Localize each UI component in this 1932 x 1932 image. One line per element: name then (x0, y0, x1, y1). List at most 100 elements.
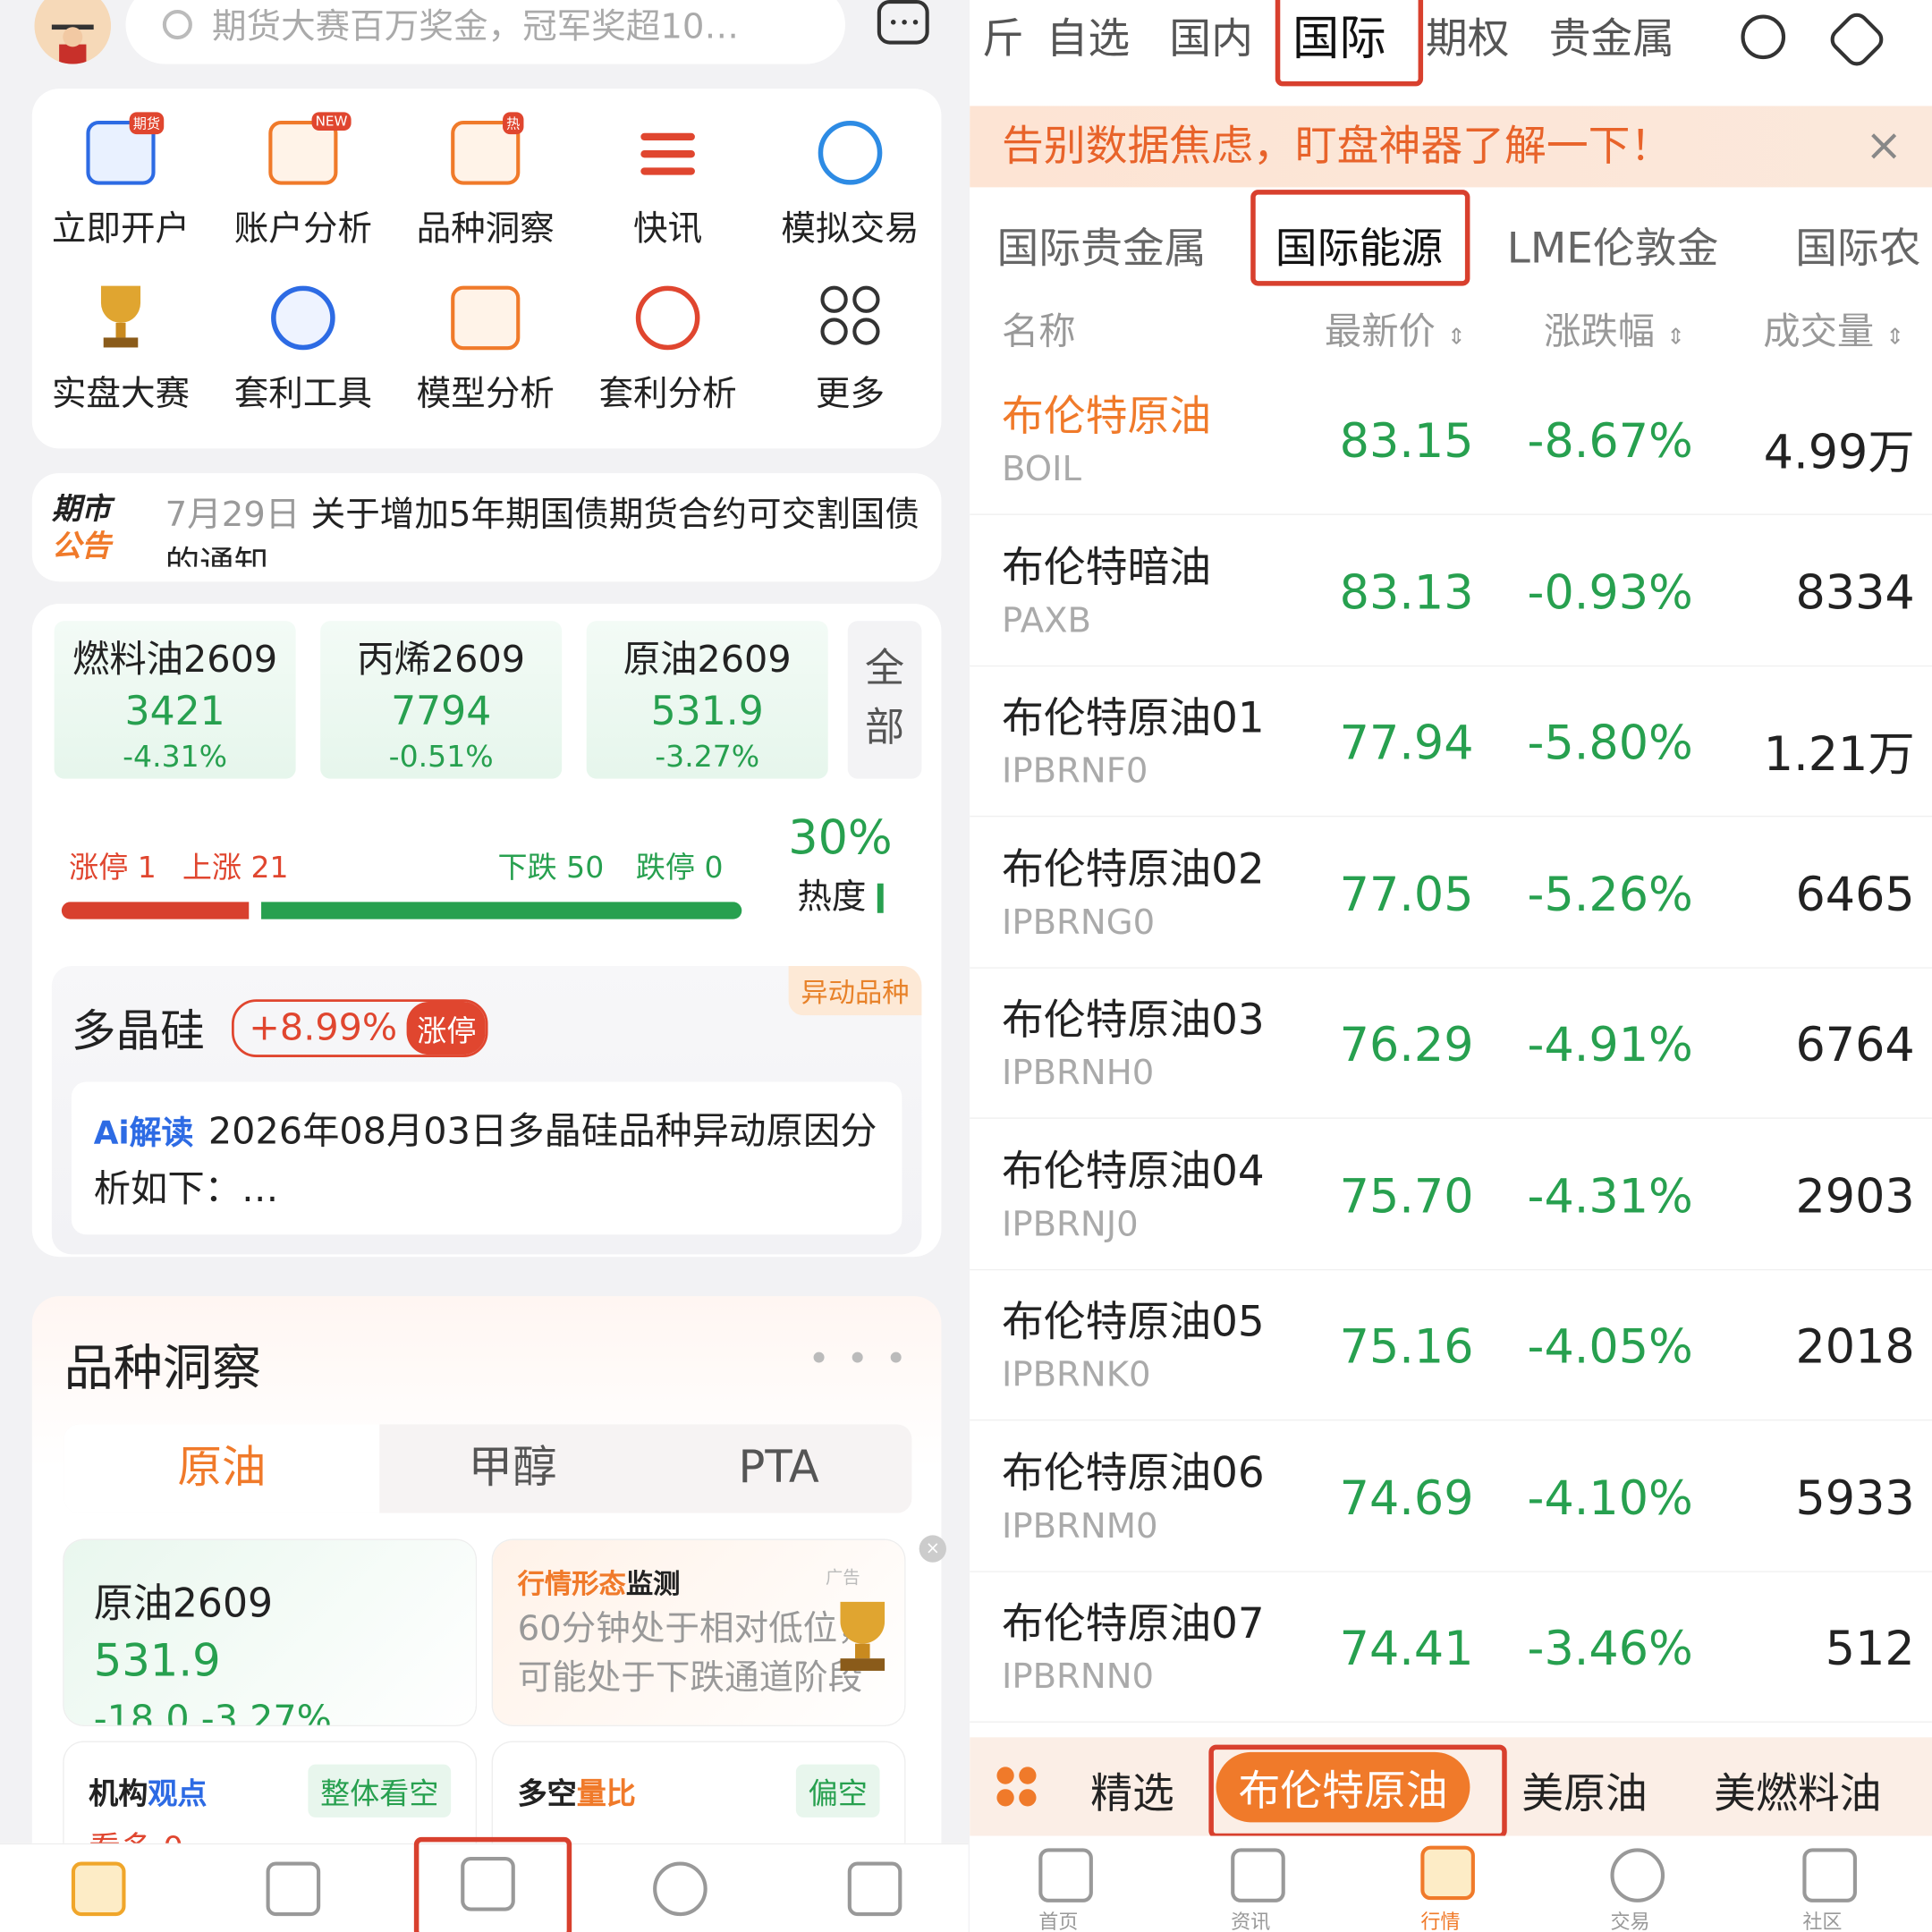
ticker-name: 原油2609 (623, 638, 792, 682)
quote-row[interactable]: 布伦特原油 BOIL 83.15 -8.67% 4.99万 (970, 365, 1932, 515)
grid-item-open-account[interactable]: 期货 立即开户 (35, 112, 208, 251)
menu-grid-icon[interactable] (996, 1767, 1038, 1809)
header-volume-sort[interactable]: 成交量 ⇕ (1763, 301, 1904, 355)
quote-row[interactable]: 布伦特原油04 IPBRNJ0 75.70 -4.31% 2903 (970, 1120, 1932, 1270)
community-icon[interactable] (1802, 1848, 1857, 1902)
quote-code: IPBRNG0 (1001, 901, 1156, 943)
quote-row[interactable]: 布伦特原油05 IPBRNK0 75.16 -4.05% 2018 (970, 1270, 1932, 1421)
all-label-2: 部 (865, 703, 905, 750)
grid-item-arbitrage-analysis[interactable]: 套利分析 (581, 285, 754, 417)
product-pill-bar: 精选 布伦特原油 美原油 美燃料油 (970, 1737, 1932, 1839)
insight-title: 品种洞察 (64, 1340, 262, 1398)
abnormal-tag: 异动品种 (788, 965, 922, 1016)
grid-item-arbitrage-tool[interactable]: 套利工具 (216, 285, 389, 417)
quote-row[interactable]: 布伦特原油01 IPBRNF0 77.94 -5.80% 1.21万 (970, 666, 1932, 818)
pill-us-fuel[interactable]: 美燃料油 (1714, 1759, 1881, 1820)
notice-tag-line1: 期市 (51, 491, 111, 527)
tab-precious-metals[interactable]: 贵金属 (1549, 5, 1675, 65)
open-account-icon: 期货 (86, 112, 165, 185)
quote-price: 75.16 (1339, 1319, 1474, 1374)
breadth-bar-down (260, 902, 742, 919)
search-input[interactable]: 期货大赛百万奖金，冠军奖超10… (125, 0, 845, 64)
avatar-face-icon (34, 0, 111, 64)
badge: 期货 (129, 112, 165, 135)
ticker-crude-oil[interactable]: 原油2609 531.9 -3.27% (586, 621, 828, 779)
grid-item-contest[interactable]: 实盘大赛 (35, 285, 208, 417)
community-icon[interactable] (847, 1861, 902, 1917)
avatar[interactable] (34, 0, 111, 64)
quote-price: 83.13 (1339, 564, 1474, 620)
quote-volume: 6764 (1795, 1017, 1915, 1072)
tab-partial[interactable]: 斤 (982, 5, 1024, 65)
down-count: 下跌 50 (497, 850, 605, 886)
grid-label: 快讯 (633, 208, 703, 250)
promo-banner[interactable]: 告别数据焦虑，盯盘神器了解一下！ × (970, 106, 1932, 188)
insight-icon: 热 (451, 112, 524, 185)
crude-quote-card[interactable]: 原油2609 531.9 -18.0 -3.27% (64, 1539, 476, 1725)
all-tickers-button[interactable]: 全 部 (847, 621, 922, 779)
subtab-precious[interactable]: 国际贵金属 (996, 215, 1206, 275)
search-icon[interactable] (1741, 14, 1786, 60)
quote-volume: 6465 (1795, 867, 1915, 921)
ticker-fuel-oil[interactable]: 燃料油2609 3421 -4.31% (54, 621, 296, 779)
abnormal-variety-card[interactable]: 异动品种 多晶硅 +8.99% 涨停 Ai解读 2026年08月03日多晶硅品种异动… (51, 965, 922, 1255)
news-icon[interactable] (1231, 1848, 1285, 1902)
ticker-change: -3.27% (655, 739, 760, 775)
bottom-nav-left (0, 1836, 969, 1932)
quote-volume: 512 (1825, 1621, 1915, 1676)
pattern-title: 行情形态监测 (518, 1563, 681, 1602)
grid-item-news-flash[interactable]: 快讯 (581, 121, 754, 251)
pill-us-crude[interactable]: 美原油 (1521, 1759, 1648, 1820)
notice-tag-line2: 公告 (51, 528, 111, 564)
home-icon[interactable] (71, 1861, 126, 1917)
quote-name: 布伦特原油05 (1001, 1297, 1265, 1347)
quote-change: -0.93% (1527, 564, 1693, 620)
tab-domestic[interactable]: 国内 (1169, 5, 1253, 65)
market-icon[interactable] (1420, 1845, 1475, 1901)
settings-icon[interactable] (1825, 8, 1889, 72)
quote-name: 布伦特原油07 (1001, 1599, 1265, 1649)
grid-item-more[interactable]: 更多 (764, 285, 936, 417)
ai-interpretation[interactable]: Ai解读 2026年08月03日多晶硅品种异动原因分析如下：… (71, 1081, 902, 1235)
close-ad-icon[interactable]: × (919, 1535, 946, 1563)
market-notice[interactable]: 期市 公告 7月29日 关于增加5年期国债期货合约可交割国债的通知 (31, 472, 942, 582)
quote-change: -3.46% (1527, 1621, 1693, 1676)
quote-row[interactable]: 布伦特暗油 PAXB 83.13 -0.93% 8334 (970, 516, 1932, 666)
tab-watchlist[interactable]: 自选 (1046, 5, 1131, 65)
ticker-propylene[interactable]: 丙烯2609 7794 -0.51% (320, 621, 563, 779)
close-icon[interactable]: × (1865, 106, 1902, 187)
message-icon[interactable] (877, 0, 929, 45)
quote-price: 75.70 (1339, 1168, 1474, 1224)
grid-item-sim-trade[interactable]: 模拟交易 (764, 120, 936, 251)
pattern-monitor-card[interactable]: 行情形态监测 广告 60分钟处于相对低位，可能处于下跌通道阶段 (493, 1539, 905, 1725)
quote-row[interactable]: 布伦特原油03 IPBRNH0 76.29 -4.91% 6764 (970, 969, 1932, 1119)
header-change-sort[interactable]: 涨跌幅 ⇕ (1544, 301, 1685, 355)
subtab-agri[interactable]: 国际农 (1795, 215, 1921, 275)
quote-row[interactable]: 布伦特原油07 IPBRNN0 74.41 -3.46% 512 (970, 1572, 1932, 1723)
tab-crude-oil[interactable]: 原油 (64, 1424, 380, 1513)
header-price-sort[interactable]: 最新价 ⇕ (1325, 301, 1466, 355)
tab-options[interactable]: 期权 (1426, 5, 1510, 65)
quote-row[interactable]: 布伦特原油02 IPBRNG0 77.05 -5.26% 6465 (970, 818, 1932, 969)
news-icon[interactable] (266, 1861, 321, 1917)
trade-icon[interactable] (1610, 1848, 1665, 1902)
grid-item-account-analysis[interactable]: NEW 账户分析 (216, 112, 389, 251)
tab-methanol[interactable]: 甲醇 (379, 1424, 646, 1513)
quote-change: -4.05% (1527, 1319, 1693, 1374)
grid-item-model-analysis[interactable]: 模型分析 (399, 285, 572, 417)
quote-change: -18.0 -3.27% (93, 1698, 332, 1725)
sort-icon: ⇕ (1666, 324, 1685, 351)
grid-item-insight[interactable]: 热 品种洞察 (399, 112, 572, 251)
home-icon[interactable] (1038, 1848, 1093, 1902)
ticker-name: 丙烯2609 (357, 638, 526, 682)
institution-title-2: 观点 (148, 1776, 208, 1811)
pill-featured[interactable]: 精选 (1090, 1759, 1174, 1820)
abnormal-name: 多晶硅 (71, 1006, 205, 1057)
trade-icon[interactable] (653, 1861, 708, 1917)
tab-pta[interactable]: PTA (646, 1424, 912, 1513)
subtab-lme[interactable]: LME伦敦金 (1507, 215, 1719, 275)
function-grid: 期货 立即开户 NEW 账户分析 热 品种洞察 快讯 模拟交易 实盘大赛 套利工… (31, 89, 942, 449)
insight-more-icon[interactable]: • • • (808, 1338, 909, 1381)
quote-row[interactable]: 布伦特原油06 IPBRNM0 74.69 -4.10% 5933 (970, 1421, 1932, 1572)
quote-code: BOIL (1001, 448, 1081, 489)
